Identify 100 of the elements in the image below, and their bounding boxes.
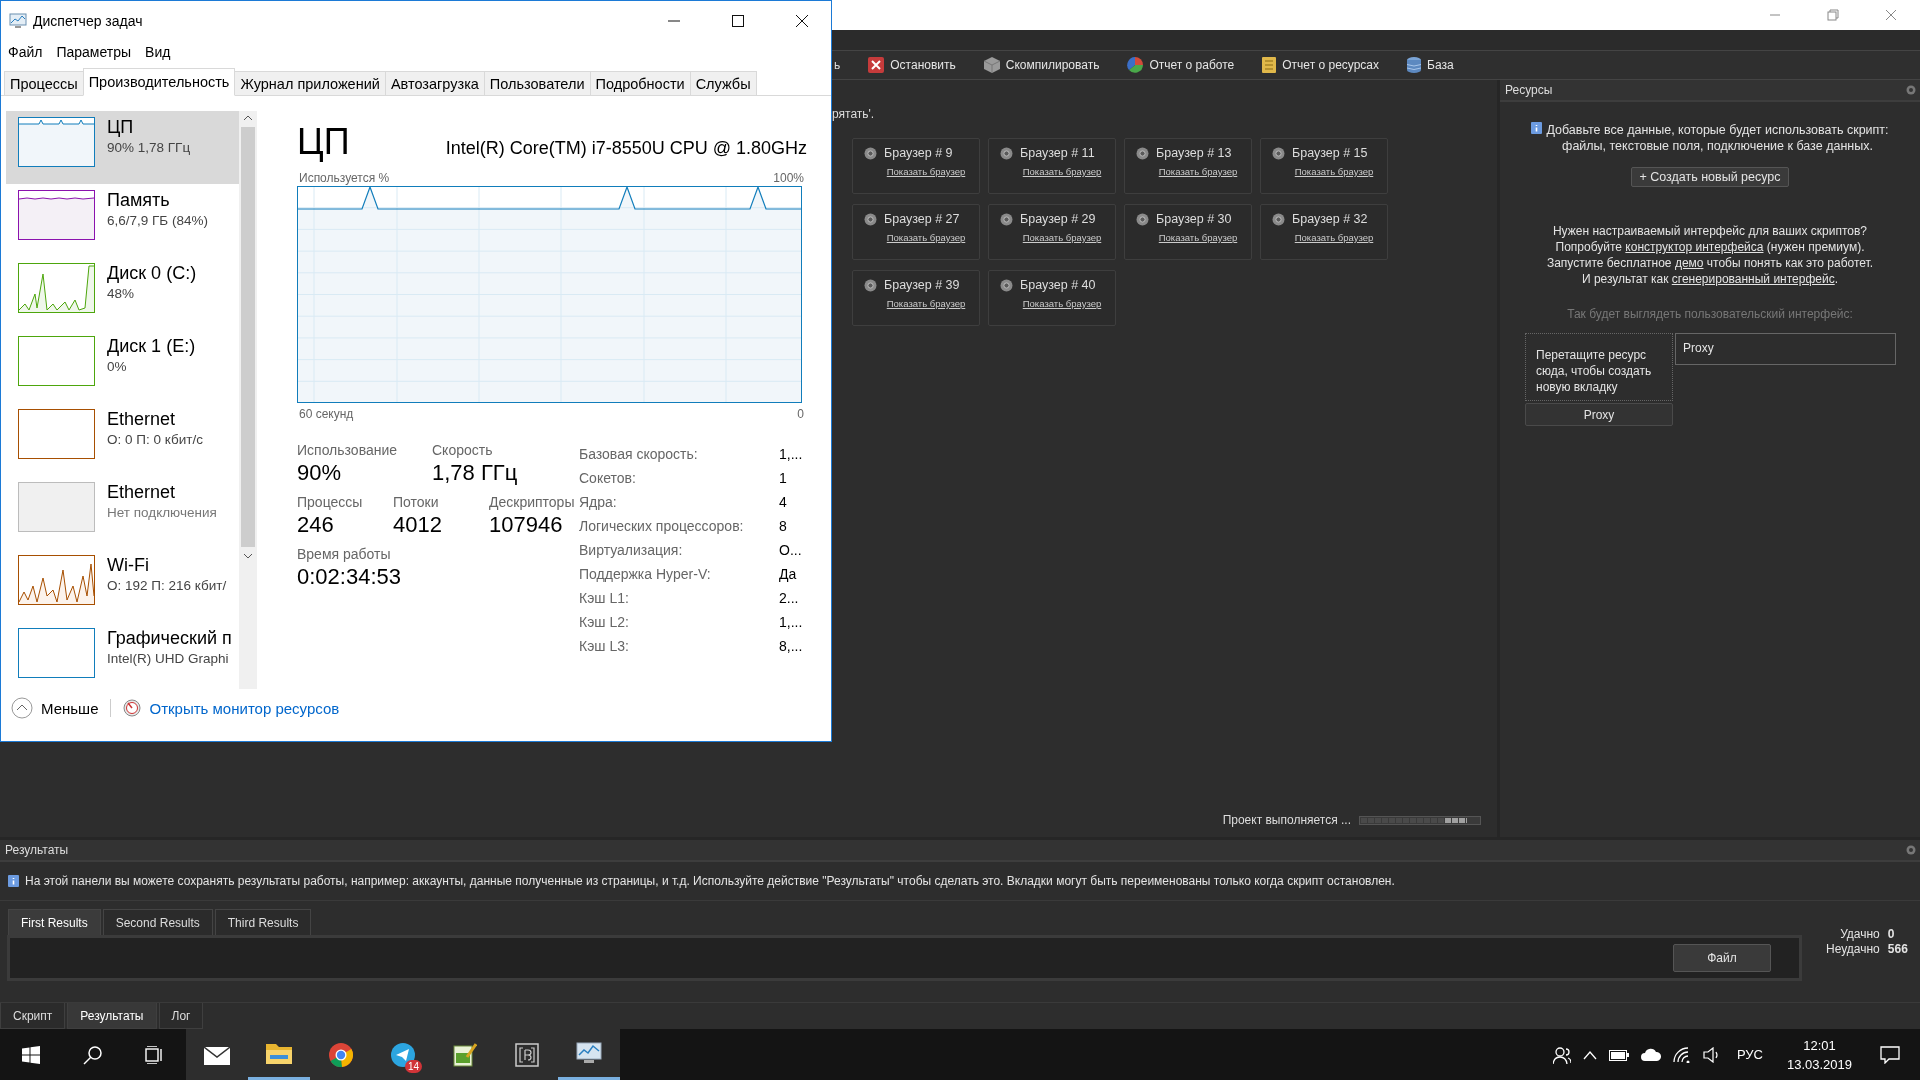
detail-value: 2... (779, 590, 799, 606)
close-icon[interactable] (1906, 85, 1916, 95)
device-item[interactable]: Ethernet О: 0 П: 0 кбит/с (6, 403, 239, 476)
promo-text: Нужен настраиваемый интерфейс для ваших скриптов? (1552, 223, 1867, 239)
search-icon (83, 1044, 103, 1065)
detail-label: Кэш L2: (579, 614, 630, 630)
envelope-icon (204, 1044, 230, 1065)
device-name: Графический п (107, 628, 232, 649)
show-browser-link[interactable]: Показать браузер (1274, 232, 1374, 243)
show-browser-link[interactable]: Показать браузер (1002, 298, 1102, 309)
tab[interactable]: Подробности (589, 71, 691, 95)
stat-label: Дескрипторы (489, 494, 575, 510)
menu-item[interactable]: Параметры (56, 44, 132, 60)
device-detail: 48% (107, 286, 136, 301)
detail-label: Поддержка Hyper-V: (579, 566, 712, 582)
cube-icon (983, 57, 1000, 73)
speech-bubble-icon (1880, 1045, 1900, 1064)
create-resource-button[interactable]: + Создать новый ресурс (1631, 167, 1789, 187)
show-browser-link[interactable]: Показать браузер (866, 166, 966, 177)
bracket-icon (515, 1042, 539, 1067)
tab[interactable]: Производительность (82, 68, 236, 96)
device-detail: О: 192 П: 216 кбит/ (107, 578, 227, 593)
stat-label: Время работы (297, 546, 392, 562)
chevron-up-icon[interactable] (243, 115, 253, 121)
database-icon (1407, 57, 1422, 73)
input-field[interactable]: Proxy (1675, 333, 1896, 365)
device-item[interactable]: Wi-Fi О: 192 П: 216 кбит/ (6, 549, 239, 622)
tab[interactable]: Процессы (4, 71, 84, 95)
show-browser-link[interactable]: Показать браузер (1138, 232, 1238, 243)
stat-label: Скорость (432, 442, 494, 458)
show-browser-link[interactable]: Показать браузер (1002, 166, 1102, 177)
show-browser-link[interactable]: Показать браузер (866, 298, 966, 309)
detail-value: Да (779, 566, 797, 582)
device-item[interactable]: Графический п Intel(R) UHD Graphi (6, 622, 239, 678)
stat-value: 246 (297, 512, 335, 538)
results-tab[interactable]: Second Results (102, 909, 213, 935)
show-browser-link[interactable]: Показать браузер (1138, 166, 1238, 177)
device-detail: Нет подключения (107, 505, 217, 520)
detail-value: О... (779, 542, 802, 558)
graph-label: 0 (797, 407, 804, 421)
globe-icon (864, 212, 877, 226)
stat-label: Использование (297, 442, 399, 458)
folder-icon (266, 1042, 292, 1064)
tab[interactable]: Автозагрузка (384, 71, 485, 95)
window-title: Диспетчер задач (33, 13, 143, 29)
tab[interactable]: Службы (689, 71, 757, 95)
show-browser-link[interactable]: Показать браузер (866, 232, 966, 243)
globe-icon (1272, 212, 1285, 226)
toolbar-button[interactable]: Скомпилировать (983, 57, 1100, 73)
detail-label: Кэш L3: (579, 638, 630, 654)
bottom-tab[interactable]: Скрипт (0, 1003, 66, 1029)
speaker-icon (1702, 1046, 1721, 1063)
device-item[interactable]: Память 6,6/7,9 ГБ (84%) (6, 184, 239, 257)
detail-label: Сокетов: (579, 470, 637, 486)
show-browser-link[interactable]: Показать браузер (1274, 166, 1374, 177)
detail-value: 1,... (779, 614, 803, 630)
device-item[interactable]: Диск 0 (C:) 48% (6, 257, 239, 330)
menu-item[interactable]: Вид (145, 44, 171, 60)
promo-text: Попробуйте конструктор интерфейса (нужен премиум). (1555, 239, 1865, 255)
results-tab[interactable]: First Results (8, 909, 101, 935)
tab[interactable]: Пользователи (483, 71, 591, 95)
file-button[interactable]: Файл (1673, 944, 1771, 972)
detail-label: Логических процессоров: (579, 518, 745, 534)
toolbar-button[interactable]: Отчет о работе (1127, 57, 1235, 73)
promo-link[interactable]: конструктор интерфейса (1625, 240, 1764, 254)
status-text: Проект выполняется ... (1222, 813, 1351, 827)
clock[interactable]: 12:01 13.03.2019 (1772, 1035, 1866, 1074)
chevron-down-icon[interactable] (243, 553, 253, 559)
scrollbar[interactable] (239, 111, 257, 689)
browser-icon (329, 1042, 353, 1067)
detail-value: 4 (779, 494, 787, 510)
browser-name: Браузер # 29 (1020, 212, 1096, 226)
device-item[interactable]: ЦП 90% 1,78 ГГц (6, 111, 239, 184)
detail-label: Виртуализация: (579, 542, 684, 558)
globe-icon (1272, 146, 1285, 160)
bottom-tab[interactable]: Результаты (67, 1003, 157, 1029)
device-name: Ethernet (107, 482, 177, 503)
taskbar-app[interactable]: 14 (372, 1029, 434, 1080)
show-browser-link[interactable]: Показать браузер (1002, 232, 1102, 243)
promo-link[interactable]: сгенерированный интерфейс (1671, 272, 1835, 286)
promo-text: Запустите бесплатное демо чтобы понять как это работет. (1546, 255, 1874, 271)
device-item[interactable]: Диск 1 (E:) 0% (6, 330, 239, 403)
tab[interactable]: Журнал приложений (234, 71, 386, 95)
toolbar-button[interactable]: Остановить (868, 57, 956, 73)
preview-tab[interactable]: Proxy (1525, 403, 1673, 426)
language-indicator[interactable]: РУС (1726, 1029, 1773, 1080)
stat-value: 0:02:34:53 (297, 564, 401, 590)
stat-label: Процессы (297, 494, 364, 510)
bottom-tab[interactable]: Лог (158, 1003, 204, 1029)
results-tab[interactable]: Third Results (214, 909, 312, 935)
menu-item[interactable]: Файл (8, 44, 43, 60)
toolbar-button[interactable]: База (1407, 57, 1454, 73)
info-icon (1531, 122, 1543, 134)
resource-monitor-link[interactable]: Открыть монитор ресурсов (149, 699, 340, 717)
fewer-details-button[interactable]: Меньше (11, 697, 99, 719)
toolbar-button[interactable]: Отчет о ресурсах (1262, 57, 1380, 73)
close-icon[interactable] (1906, 845, 1916, 855)
close-icon (796, 15, 808, 27)
device-item[interactable]: Ethernet Нет подключения (6, 476, 239, 549)
promo-link[interactable]: демо (1674, 256, 1704, 270)
